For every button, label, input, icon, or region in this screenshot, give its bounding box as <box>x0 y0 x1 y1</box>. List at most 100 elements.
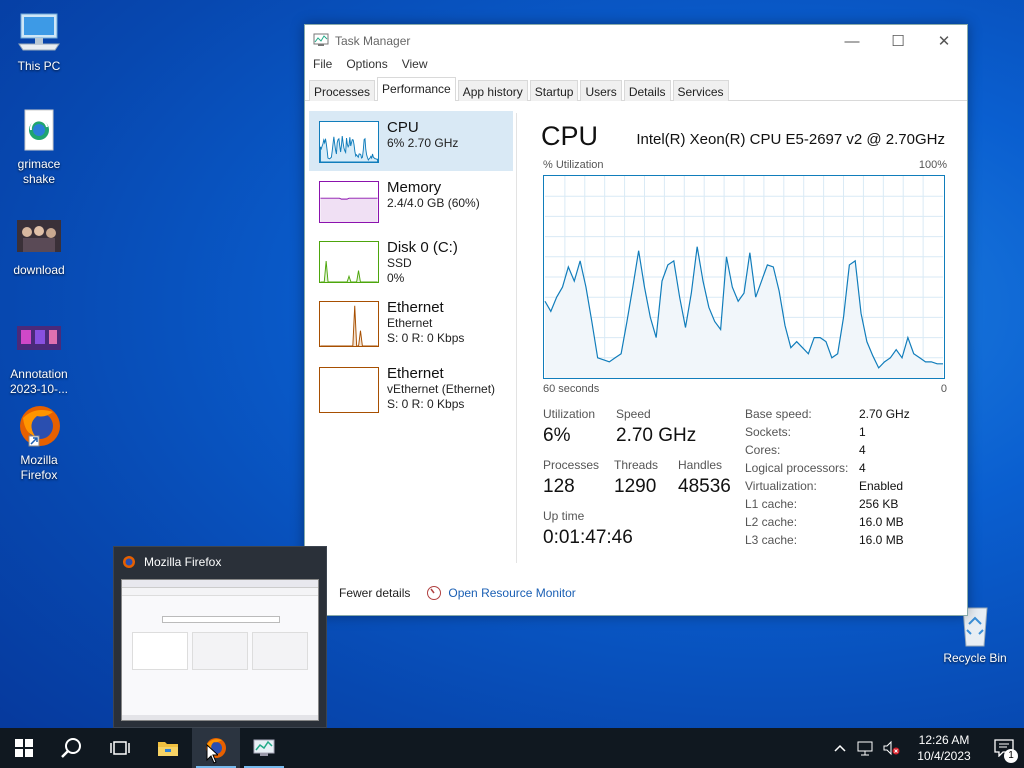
windows-logo-icon <box>15 739 33 757</box>
desktop-icon-firefox[interactable]: Mozilla Firefox <box>1 404 77 483</box>
tab-details[interactable]: Details <box>623 80 671 101</box>
clock-date: 10/4/2023 <box>917 749 971 763</box>
spec-value: 4 <box>859 443 866 457</box>
clock[interactable]: 12:26 AM 10/4/2023 <box>904 732 984 764</box>
tab-services[interactable]: Services <box>672 80 729 101</box>
resource-item-ethernet[interactable]: Ethernet Ethernet S: 0 R: 0 Kbps <box>309 291 513 357</box>
chevron-up-icon[interactable] <box>828 744 852 752</box>
spec-value: 4 <box>859 461 866 475</box>
resource-item-cpu[interactable]: CPU 6% 2.70 GHz <box>309 111 513 171</box>
clock-time: 12:26 AM <box>918 733 970 747</box>
volume-muted-icon[interactable] <box>878 740 904 756</box>
desktop-icon-label: Recycle Bin <box>943 651 1007 665</box>
spec-key: L3 cache: <box>745 533 798 547</box>
file-explorer-button[interactable] <box>144 728 192 768</box>
handles-label: Handles <box>678 458 723 472</box>
utilization-value: 6% <box>543 425 571 446</box>
menu-file[interactable]: File <box>313 57 332 77</box>
resource-detail: S: 0 R: 0 Kbps <box>387 397 465 411</box>
preview-thumbnail <box>121 579 319 721</box>
tab-processes[interactable]: Processes <box>309 80 376 101</box>
spec-key: L2 cache: <box>745 515 798 529</box>
spec-value: 16.0 MB <box>859 533 904 547</box>
spec-key: Cores: <box>745 443 781 457</box>
spec-key: Virtualization: <box>745 479 817 493</box>
minimize-button[interactable]: — <box>829 26 875 56</box>
ethernet-mini-graph <box>319 301 379 347</box>
tab-startup[interactable]: Startup <box>529 80 579 101</box>
window-title: Task Manager <box>335 34 411 48</box>
resource-detail: 2.4/4.0 GB (60%) <box>387 196 480 210</box>
spec-key: Sockets: <box>745 425 792 439</box>
start-button[interactable] <box>0 728 48 768</box>
taskbar: 12:26 AM 10/4/2023 1 <box>0 728 1024 768</box>
resource-detail: 6% 2.70 GHz <box>387 136 459 150</box>
desktop-icon-label: grimace shake <box>17 157 61 186</box>
notification-count-badge: 1 <box>1004 749 1018 763</box>
firefox-icon <box>122 555 136 569</box>
resource-name: Disk 0 (C:) <box>387 239 458 256</box>
cpu-heading: CPU <box>541 121 599 151</box>
action-center-button[interactable]: 1 <box>984 739 1024 763</box>
processes-value: 128 <box>543 476 575 497</box>
task-manager-taskbar-button[interactable] <box>240 728 288 768</box>
desktop-icon-this-pc[interactable]: This PC <box>1 10 77 74</box>
task-view-button[interactable] <box>96 728 144 768</box>
uptime-label: Up time <box>543 509 585 523</box>
task-view-icon <box>110 741 130 755</box>
open-resource-monitor-link[interactable]: Open Resource Monitor <box>448 586 575 600</box>
task-manager-window: Task Manager — ☐ ✕ File Options View Pro… <box>304 24 968 616</box>
title-bar[interactable]: Task Manager — ☐ ✕ <box>305 25 967 57</box>
time-axis-label: 60 seconds <box>543 383 600 395</box>
resource-item-vethernet[interactable]: Ethernet vEthernet (Ethernet) S: 0 R: 0 … <box>309 357 513 423</box>
footer-bar: Fewer details Open Resource Monitor <box>305 581 576 605</box>
tab-app-history[interactable]: App history <box>457 80 528 101</box>
speed-label: Speed <box>616 407 651 421</box>
mouse-cursor-icon <box>206 743 220 767</box>
edge-document-icon <box>15 108 63 154</box>
close-button[interactable]: ✕ <box>921 26 967 56</box>
resource-detail: vEthernet (Ethernet) <box>387 382 496 396</box>
desktop-icon-annotation[interactable]: Annotation 2023-10-... <box>1 318 77 397</box>
resource-item-memory[interactable]: Memory 2.4/4.0 GB (60%) <box>309 171 513 231</box>
resource-detail: 0% <box>387 271 405 285</box>
search-button[interactable] <box>48 728 96 768</box>
maximize-button[interactable]: ☐ <box>875 26 921 56</box>
search-icon <box>61 738 81 758</box>
resource-item-disk[interactable]: Disk 0 (C:) SSD 0% <box>309 231 513 291</box>
desktop-icon-download[interactable]: download <box>1 214 77 278</box>
spec-value: 16.0 MB <box>859 515 904 529</box>
cpu-utilization-graph <box>543 175 945 379</box>
network-icon[interactable] <box>852 740 878 756</box>
utilization-label: Utilization <box>543 407 596 421</box>
spec-value: 1 <box>859 425 866 439</box>
desktop-icon-label: Annotation 2023-10-... <box>9 367 69 396</box>
disk-mini-graph <box>319 241 379 283</box>
resource-name: Ethernet <box>387 299 444 316</box>
tab-performance[interactable]: Performance <box>377 77 456 101</box>
image-thumbnail-icon <box>15 214 63 260</box>
processes-label: Processes <box>543 458 600 472</box>
spec-key: Base speed: <box>745 407 812 421</box>
desktop-icon-label: download <box>13 263 65 277</box>
menu-view[interactable]: View <box>402 57 428 77</box>
spec-value: Enabled <box>859 479 904 493</box>
fewer-details-link[interactable]: Fewer details <box>339 586 410 600</box>
cpu-model-name: Intel(R) Xeon(R) CPU E5-2697 v2 @ 2.70GH… <box>636 131 945 148</box>
computer-icon <box>15 10 63 56</box>
resource-name: Memory <box>387 179 442 196</box>
tab-users[interactable]: Users <box>580 80 622 101</box>
cpu-mini-graph <box>319 121 379 163</box>
speed-value: 2.70 GHz <box>616 425 697 446</box>
threads-value: 1290 <box>614 476 657 497</box>
firefox-taskbar-preview[interactable]: Mozilla Firefox <box>113 546 327 728</box>
firefox-icon <box>15 404 63 450</box>
utilization-axis-label: % Utilization <box>543 159 604 171</box>
tab-bar: Processes Performance App history Startu… <box>305 77 967 101</box>
desktop-icon-grimace-shake[interactable]: grimace shake <box>1 108 77 187</box>
threads-label: Threads <box>614 458 659 472</box>
folder-icon <box>158 742 178 756</box>
menu-options[interactable]: Options <box>346 57 387 77</box>
spec-value: 256 KB <box>859 497 899 511</box>
max-axis-label: 100% <box>918 159 947 171</box>
